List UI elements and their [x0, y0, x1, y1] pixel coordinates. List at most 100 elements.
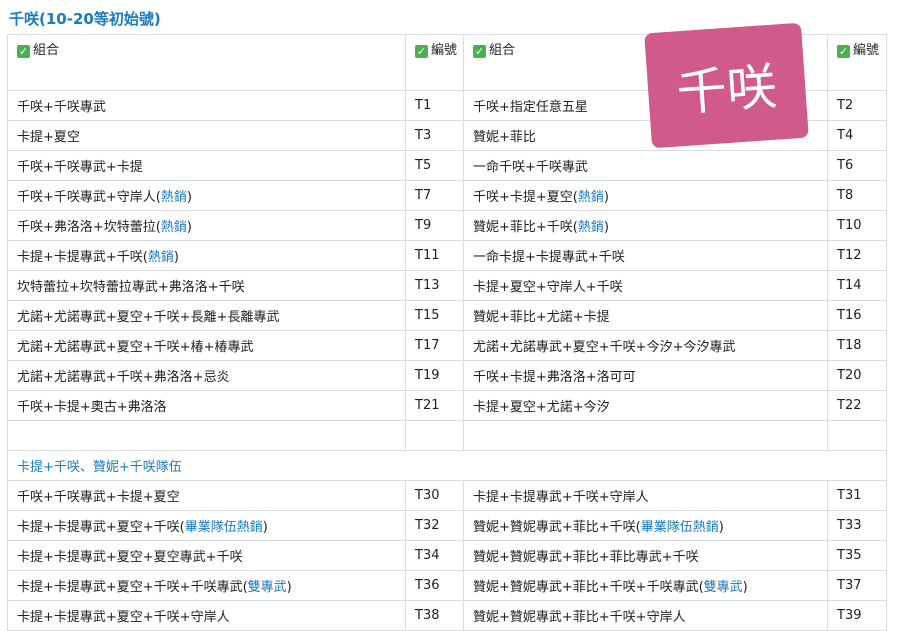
combo-cell-right: 卡提+夏空+尤諾+今汐 [463, 390, 828, 421]
combo-cell-left: 尤諾+尤諾專武+千咲+弗洛洛+忌炎 [7, 360, 406, 391]
combo-cell-right: 贊妮+贊妮專武+菲比+千咲(畢業隊伍熱銷) [463, 510, 828, 541]
combo-cell-left: 千咲+千咲專武+卡提+夏空 [7, 480, 406, 511]
section-row: 卡提+千咲、贊妮+千咲隊伍 [7, 450, 887, 481]
table-row: 千咲+千咲專武+守岸人(熱銷) T7 千咲+卡提+夏空(熱銷) T8 [7, 180, 887, 211]
combo-suffix: ) [603, 190, 609, 205]
combo-suffix: ) [603, 220, 609, 235]
combo-cell-left: 千咲+千咲專武+守岸人(熱銷) [7, 180, 406, 211]
code-cell: T16 [827, 300, 887, 331]
code-cell: T1 [405, 90, 464, 121]
code-cell: T6 [827, 150, 887, 181]
code-cell: T19 [405, 360, 464, 391]
combo-text: 千咲+弗洛洛+坎特蕾拉( [17, 220, 161, 235]
code-cell: T30 [405, 480, 464, 511]
section-title: 卡提+千咲、贊妮+千咲隊伍 [7, 450, 887, 481]
code-cell: T4 [827, 120, 887, 151]
code-cell: T8 [827, 180, 887, 211]
combo-cell-right: 贊妮+贊妮專武+菲比+菲比專武+千咲 [463, 540, 828, 571]
combo-suffix: ) [186, 190, 192, 205]
combo-cell-right: 尤諾+尤諾專武+夏空+千咲+今汐+今汐專武 [463, 330, 828, 361]
hot-tag: 熱銷 [147, 250, 174, 265]
hot-tag: 畢業隊伍熱銷 [640, 520, 719, 535]
code-cell: T2 [827, 90, 887, 121]
combo-cell-left: 卡提+卡提專武+夏空+千咲+守岸人 [7, 600, 406, 631]
combo-cell-right: 一命千咲+千咲專武 [463, 150, 828, 181]
combo-cell-left: 卡提+卡提專武+夏空+千咲(畢業隊伍熱銷) [7, 510, 406, 541]
combo-text: 尤諾+尤諾專武+夏空+千咲+長離+長離專武 [17, 310, 280, 325]
combo-text: 卡提+夏空+尤諾+今汐 [473, 400, 610, 415]
header-code-label: 編號 [853, 43, 880, 58]
code-cell: T21 [405, 390, 464, 421]
code-cell: T33 [827, 510, 887, 541]
combo-text: 卡提+夏空+守岸人+千咲 [473, 280, 623, 295]
combo-cell-left: 卡提+卡提專武+夏空+夏空專武+千咲 [7, 540, 406, 571]
character-stamp: 千咲 [644, 22, 809, 149]
empty-cell [7, 420, 406, 451]
header-combo-left: ✓ 組合 [7, 34, 406, 91]
combo-cell-left: 千咲+卡提+奧古+弗洛洛 [7, 390, 406, 421]
combo-text: 卡提+卡提專武+夏空+千咲+千咲專武( [17, 580, 248, 595]
code-cell: T12 [827, 240, 887, 271]
code-cell: T11 [405, 240, 464, 271]
combo-suffix: ) [186, 220, 192, 235]
combo-cell-right: 千咲+卡提+夏空(熱銷) [463, 180, 828, 211]
combo-text: 贊妮+菲比+千咲( [473, 220, 578, 235]
combo-text: 贊妮+贊妮專武+菲比+菲比專武+千咲 [473, 550, 699, 565]
table-row: 千咲+卡提+奧古+弗洛洛 T21 卡提+夏空+尤諾+今汐 T22 [7, 390, 887, 421]
code-cell: T20 [827, 360, 887, 391]
combo-cell-right: 卡提+夏空+守岸人+千咲 [463, 270, 828, 301]
combo-text: 千咲+卡提+夏空( [473, 190, 578, 205]
combo-text: 千咲+千咲專武+卡提+夏空 [17, 490, 180, 505]
combo-cell-right: 贊妮+贊妮專武+菲比+千咲+守岸人 [463, 600, 828, 631]
header-code-right: ✓ 編號 [827, 34, 887, 91]
code-cell: T17 [405, 330, 464, 361]
combo-suffix: ) [718, 520, 724, 535]
hot-tag: 雙專武 [247, 580, 287, 595]
combo-text: 贊妮+菲比 [473, 130, 536, 145]
combo-text: 卡提+卡提專武+夏空+夏空專武+千咲 [17, 550, 243, 565]
empty-cell [463, 420, 828, 451]
combo-cell-right: 贊妮+菲比+千咲(熱銷) [463, 210, 828, 241]
table-row: 卡提+卡提專武+夏空+千咲+千咲專武(雙專武) T36 贊妮+贊妮專武+菲比+千咲+… [7, 570, 887, 601]
combo-text: 卡提+卡提專武+千咲+守岸人 [473, 490, 649, 505]
hot-tag: 畢業隊伍熱銷 [184, 520, 263, 535]
combo-text: 一命卡提+卡提專武+千咲 [473, 250, 625, 265]
combo-cell-left: 千咲+千咲專武 [7, 90, 406, 121]
empty-cell [405, 420, 464, 451]
header-code-left: ✓ 編號 [405, 34, 464, 91]
table-row: 卡提+卡提專武+夏空+千咲(畢業隊伍熱銷) T32 贊妮+贊妮專武+菲比+千咲(畢業… [7, 510, 887, 541]
combo-text: 千咲+指定任意五星 [473, 100, 588, 115]
checkbox-icon: ✓ [17, 45, 30, 58]
combo-text: 卡提+卡提專武+夏空+千咲+守岸人 [17, 610, 230, 625]
code-cell: T39 [827, 600, 887, 631]
code-cell: T36 [405, 570, 464, 601]
code-cell: T38 [405, 600, 464, 631]
table-row: 尤諾+尤諾專武+千咲+弗洛洛+忌炎 T19 千咲+卡提+弗洛洛+洛可可 T20 [7, 360, 887, 391]
combo-text: 尤諾+尤諾專武+夏空+千咲+今汐+今汐專武 [473, 340, 736, 355]
empty-cell [827, 420, 887, 451]
combo-suffix: ) [262, 520, 268, 535]
combo-text: 卡提+卡提專武+夏空+千咲( [17, 520, 185, 535]
page-title: 千咲(10-20等初始號) [9, 10, 161, 28]
header-combo-label: 組合 [33, 43, 60, 58]
combo-text: 坎特蕾拉+坎特蕾拉專武+弗洛洛+千咲 [17, 280, 245, 295]
combo-cell-left: 卡提+卡提專武+千咲(熱銷) [7, 240, 406, 271]
code-cell: T13 [405, 270, 464, 301]
combo-text: 贊妮+贊妮專武+菲比+千咲+千咲專武( [473, 580, 704, 595]
header-code-label: 編號 [431, 43, 458, 58]
code-cell: T3 [405, 120, 464, 151]
table-row: 尤諾+尤諾專武+夏空+千咲+椿+椿專武 T17 尤諾+尤諾專武+夏空+千咲+今汐+今… [7, 330, 887, 361]
combo-cell-right: 贊妮+贊妮專武+菲比+千咲+千咲專武(雙專武) [463, 570, 828, 601]
code-cell: T34 [405, 540, 464, 571]
checkbox-icon: ✓ [473, 45, 486, 58]
checkbox-icon: ✓ [837, 45, 850, 58]
combo-cell-left: 千咲+千咲專武+卡提 [7, 150, 406, 181]
combo-text: 千咲+千咲專武 [17, 100, 106, 115]
hot-tag: 熱銷 [577, 190, 604, 205]
combo-cell-left: 卡提+卡提專武+夏空+千咲+千咲專武(雙專武) [7, 570, 406, 601]
combo-text: 贊妮+贊妮專武+菲比+千咲+守岸人 [473, 610, 686, 625]
combo-text: 千咲+千咲專武+卡提 [17, 160, 143, 175]
combo-text: 贊妮+贊妮專武+菲比+千咲( [473, 520, 641, 535]
code-cell: T7 [405, 180, 464, 211]
combo-cell-right: 贊妮+菲比+尤諾+卡提 [463, 300, 828, 331]
